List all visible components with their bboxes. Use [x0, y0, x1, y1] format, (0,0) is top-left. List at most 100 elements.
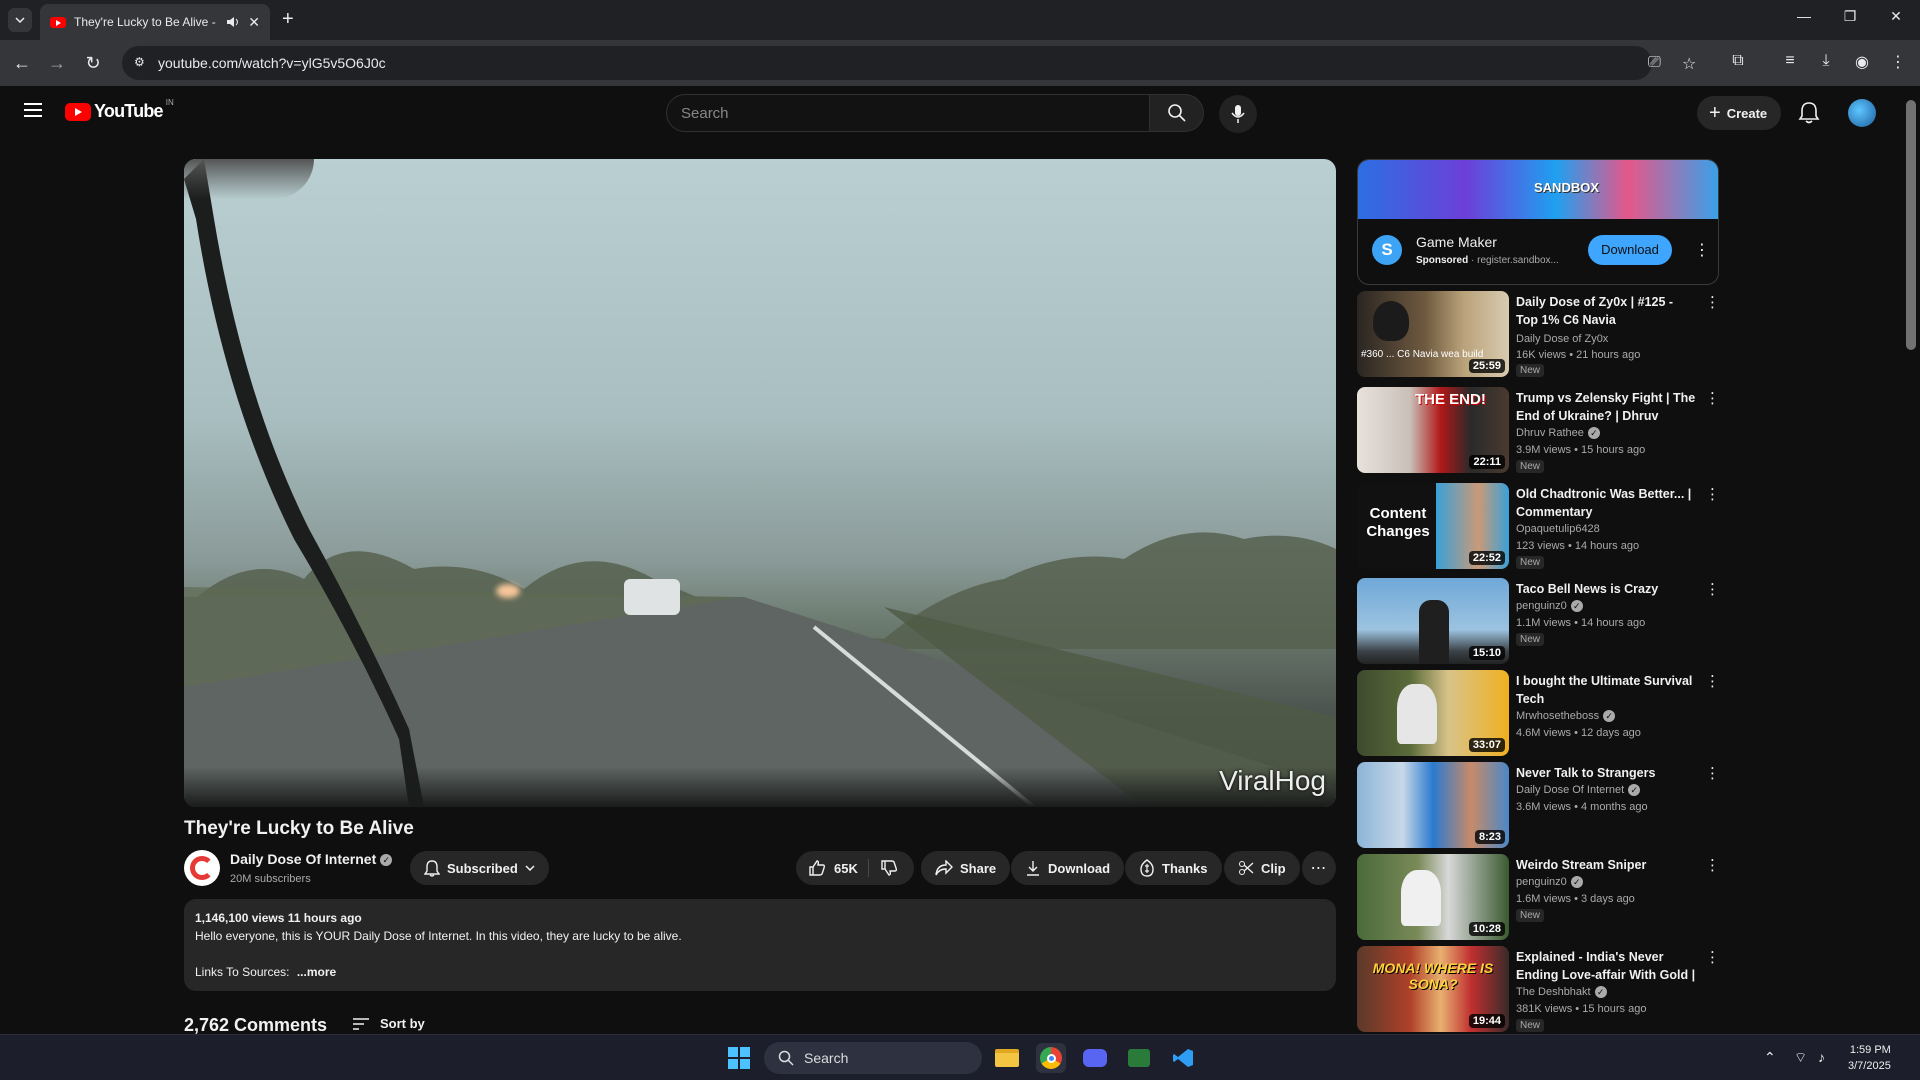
bookmark-star-icon[interactable]: ☆: [1682, 54, 1696, 74]
browser-tab-active[interactable]: They're Lucky to Be Alive - YouTube ✕: [40, 4, 270, 40]
subscribed-button[interactable]: Subscribed: [410, 851, 549, 885]
terminal-app-icon[interactable]: [1124, 1043, 1154, 1073]
chrome-icon[interactable]: [1036, 1043, 1066, 1073]
downloads-icon[interactable]: ⤓: [1815, 52, 1837, 70]
recommended-channel-link[interactable]: Daily Dose Of Internet ✓: [1516, 784, 1641, 797]
sort-comments-button[interactable]: Sort by: [352, 1016, 425, 1031]
more-actions-button[interactable]: ⋯: [1302, 851, 1336, 885]
sponsored-ad-card[interactable]: SANDBOX S Game Maker Sponsored · registe…: [1357, 159, 1719, 285]
search-icon: [778, 1050, 794, 1066]
notifications-bell-icon[interactable]: [1798, 100, 1820, 124]
video-menu-icon[interactable]: ⋮: [1705, 764, 1720, 782]
youtube-play-icon: [65, 102, 91, 121]
browser-menu-icon[interactable]: ⋮: [1887, 52, 1909, 72]
windows-start-icon[interactable]: [728, 1047, 750, 1069]
show-more-link[interactable]: ...more: [297, 965, 336, 979]
close-window-icon[interactable]: ✕: [1886, 8, 1906, 25]
new-badge: New: [1516, 1019, 1545, 1032]
search-input[interactable]: Search: [666, 94, 1150, 132]
recommended-channel-link[interactable]: penguinz0 ✓: [1516, 876, 1583, 889]
account-avatar[interactable]: [1848, 99, 1876, 127]
new-tab-button[interactable]: +: [282, 8, 294, 30]
close-tab-icon[interactable]: ✕: [248, 14, 260, 31]
file-explorer-icon[interactable]: [992, 1043, 1022, 1073]
recommended-video[interactable]: THE END! 22:11 Trump vs Zelensky Fight |…: [1357, 387, 1720, 473]
download-icon: [1027, 861, 1039, 876]
description-box[interactable]: 1,146,100 views 11 hours ago Hello every…: [184, 899, 1336, 991]
share-button[interactable]: Share: [921, 851, 1011, 885]
video-thumbnail[interactable]: MONA! WHERE IS SONA? 19:44: [1357, 946, 1509, 1032]
recommended-meta: 1.1M views • 14 hours ago: [1516, 617, 1646, 629]
ad-menu-icon[interactable]: ⋮: [1694, 240, 1710, 260]
page-scrollbar-thumb[interactable]: [1906, 100, 1916, 350]
video-thumbnail[interactable]: 15:10: [1357, 578, 1509, 664]
duration-badge: 8:23: [1474, 830, 1505, 844]
address-bar[interactable]: ⚙ youtube.com/watch?v=ylG5v5O6J0c ⎚ ☆: [122, 46, 1696, 80]
recommended-video[interactable]: #360 ... C6 Navia wea build 25:59 Daily …: [1357, 291, 1720, 377]
extensions-icon[interactable]: ⧉: [1727, 52, 1749, 70]
recommended-channel[interactable]: Daily Dose of Zy0x: [1516, 333, 1608, 345]
volume-icon[interactable]: ♪: [1818, 1049, 1825, 1065]
create-button[interactable]: + Create: [1697, 96, 1782, 130]
links-line: Links To Sources: ...more: [195, 963, 1325, 981]
channel-avatar[interactable]: [184, 850, 220, 886]
clip-button[interactable]: Clip: [1224, 851, 1300, 885]
recommended-channel-link[interactable]: Mrwhosetheboss ✓: [1516, 710, 1616, 723]
voice-search-button[interactable]: [1219, 95, 1257, 133]
recommended-channel-link[interactable]: penguinz0 ✓: [1516, 600, 1583, 613]
minimize-icon[interactable]: —: [1794, 8, 1814, 24]
search-button[interactable]: [1150, 94, 1204, 132]
tray-overflow-icon[interactable]: ⌃: [1764, 1049, 1776, 1066]
recommended-channel-link[interactable]: Dhruv Rathee ✓: [1516, 427, 1600, 440]
video-menu-icon[interactable]: ⋮: [1705, 672, 1720, 690]
back-icon[interactable]: ←: [9, 50, 35, 76]
taskbar-search[interactable]: Search: [764, 1042, 982, 1074]
youtube-logo[interactable]: YouTube IN: [65, 98, 174, 122]
description-text: Hello everyone, this is YOUR Daily Dose …: [195, 929, 682, 943]
vscode-icon[interactable]: [1168, 1043, 1198, 1073]
recommended-video[interactable]: 15:10 Taco Bell News is Crazy penguinz0 ✓…: [1357, 578, 1720, 664]
recommended-video[interactable]: Content Changes 22:52 Old Chadtronic Was…: [1357, 483, 1720, 569]
thanks-button[interactable]: Thanks: [1125, 851, 1222, 885]
install-app-icon[interactable]: ⎚: [1648, 54, 1661, 72]
video-player[interactable]: ViralHog: [184, 159, 1336, 807]
speaker-icon[interactable]: [226, 16, 240, 28]
forward-icon[interactable]: →: [44, 50, 70, 76]
video-menu-icon[interactable]: ⋮: [1705, 485, 1720, 503]
restore-icon[interactable]: ❐: [1840, 8, 1860, 25]
recommended-video[interactable]: 8:23 Never Talk to Strangers Daily Dose …: [1357, 762, 1720, 848]
video-menu-icon[interactable]: ⋮: [1705, 389, 1720, 407]
video-thumbnail[interactable]: Content Changes 22:52: [1357, 483, 1509, 569]
recommended-video[interactable]: 10:28 Weirdo Stream Sniper penguinz0 ✓ 1.…: [1357, 854, 1720, 940]
video-menu-icon[interactable]: ⋮: [1705, 293, 1720, 311]
recommended-video[interactable]: MONA! WHERE IS SONA? 19:44 Explained - I…: [1357, 946, 1720, 1032]
reload-icon[interactable]: ↻: [80, 50, 106, 76]
video-menu-icon[interactable]: ⋮: [1705, 580, 1720, 598]
like-button[interactable]: 65K: [808, 859, 858, 877]
video-menu-icon[interactable]: ⋮: [1705, 948, 1720, 966]
video-thumbnail[interactable]: 33:07: [1357, 670, 1509, 756]
dislike-button[interactable]: [880, 859, 898, 882]
channel-name-link[interactable]: Daily Dose Of Internet ✓: [230, 851, 393, 867]
recommended-video[interactable]: 33:07 I bought the Ultimate Survival Tec…: [1357, 670, 1720, 756]
video-menu-icon[interactable]: ⋮: [1705, 856, 1720, 874]
duration-badge: 25:59: [1468, 359, 1505, 373]
wifi-icon[interactable]: ⌔: [1794, 1049, 1807, 1067]
profile-icon[interactable]: ◉: [1851, 52, 1873, 72]
tab-search-button[interactable]: [8, 8, 32, 32]
menu-icon[interactable]: [24, 103, 42, 117]
download-button[interactable]: Download: [1011, 851, 1125, 885]
video-thumbnail[interactable]: 8:23: [1357, 762, 1509, 848]
ad-download-button[interactable]: Download: [1588, 235, 1672, 265]
site-info-icon[interactable]: ⚙: [134, 55, 150, 71]
recommended-title: Trump vs Zelensky Fight | The End of Ukr…: [1516, 391, 1696, 423]
ad-banner-image[interactable]: SANDBOX: [1358, 160, 1718, 219]
video-thumbnail[interactable]: 10:28: [1357, 854, 1509, 940]
recommended-channel[interactable]: Opaquetulip6428: [1516, 523, 1600, 535]
system-clock[interactable]: 1:59 PM 3/7/2025: [1848, 1042, 1891, 1074]
video-thumbnail[interactable]: #360 ... C6 Navia wea build 25:59: [1357, 291, 1509, 377]
media-control-icon[interactable]: ≡: [1779, 52, 1801, 70]
discord-icon[interactable]: [1080, 1043, 1110, 1073]
recommended-channel-link[interactable]: The Deshbhakt ✓: [1516, 986, 1607, 999]
video-thumbnail[interactable]: THE END! 22:11: [1357, 387, 1509, 473]
